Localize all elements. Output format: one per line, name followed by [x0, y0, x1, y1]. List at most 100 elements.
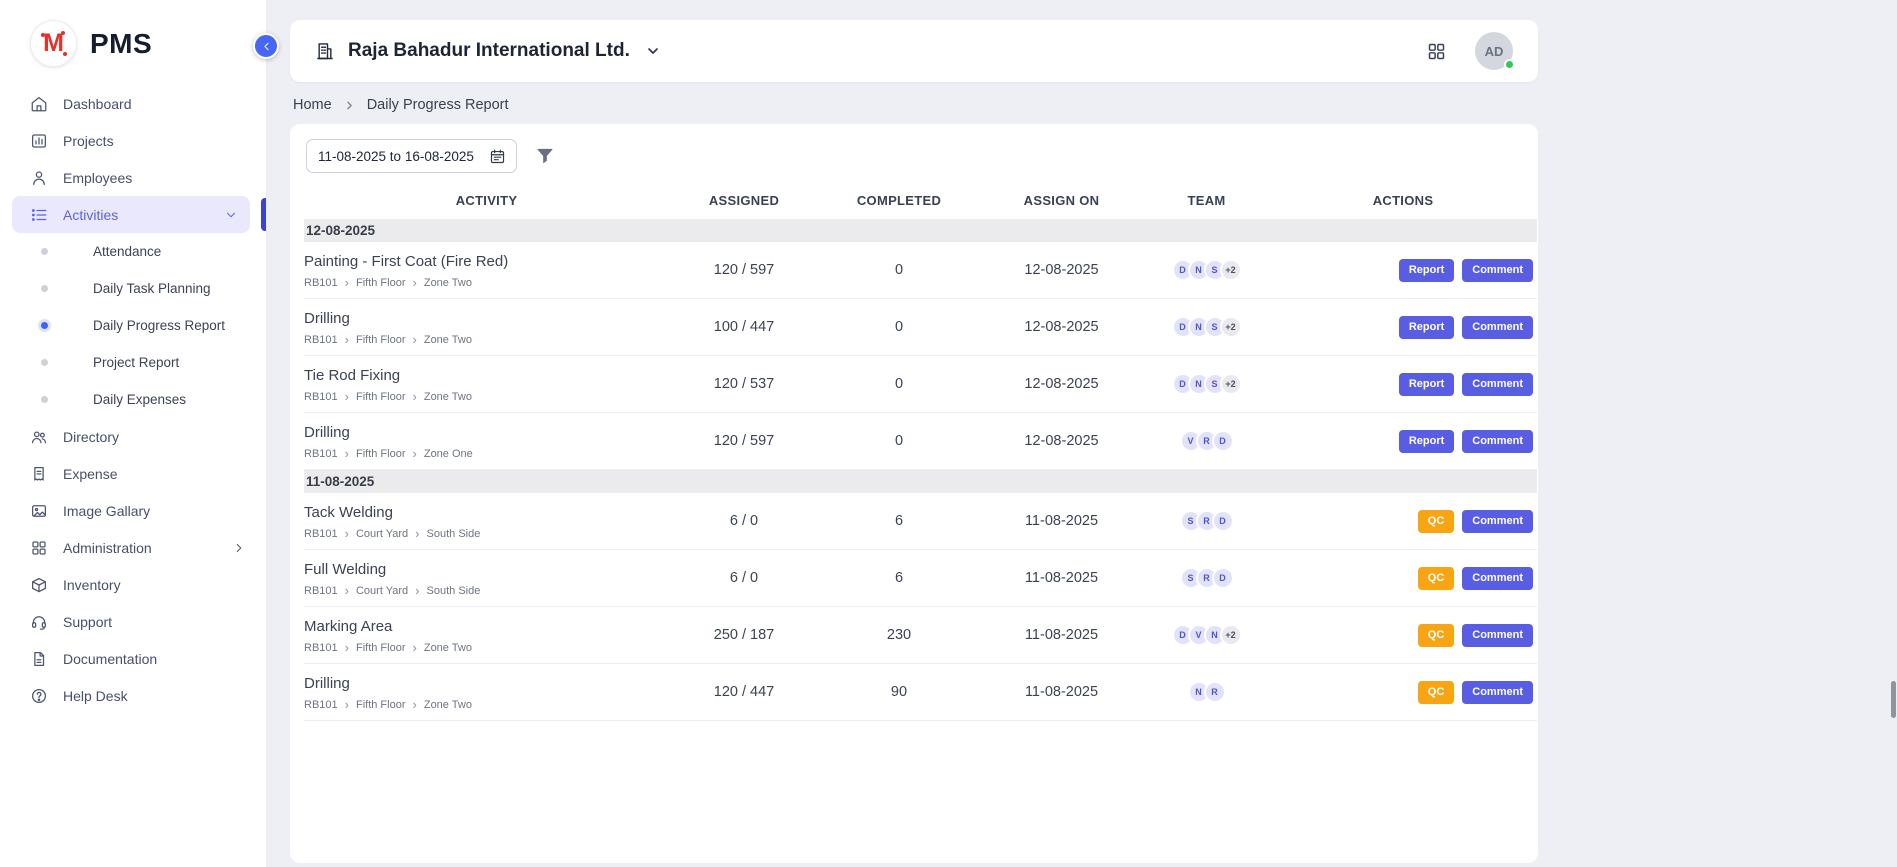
- table-row: Drilling RB101›Fifth Floor›Zone One 120 …: [304, 413, 1537, 470]
- activity-location-segment: Zone Two: [424, 642, 472, 654]
- sidebar-item-support[interactable]: Support: [0, 603, 266, 640]
- comment-button[interactable]: Comment: [1462, 681, 1533, 704]
- brand-logo-icon: M: [30, 20, 77, 67]
- sidebar-item-inventory[interactable]: Inventory: [0, 566, 266, 603]
- team-more-badge[interactable]: +2: [1220, 259, 1242, 281]
- activity-location-segment: RB101: [304, 585, 338, 597]
- assign-on-value: 12-08-2025: [979, 433, 1144, 449]
- assign-on-value: 11-08-2025: [979, 684, 1144, 700]
- assigned-value: 120 / 447: [669, 684, 819, 700]
- qc-button[interactable]: QC: [1418, 510, 1455, 533]
- comment-button[interactable]: Comment: [1462, 567, 1533, 590]
- activity-name: Full Welding: [304, 561, 669, 578]
- column-header-assign-on: ASSIGN ON: [979, 193, 1144, 208]
- qc-button[interactable]: QC: [1418, 681, 1455, 704]
- report-button[interactable]: Report: [1399, 259, 1454, 282]
- comment-button[interactable]: Comment: [1462, 510, 1533, 533]
- apps-grid-icon[interactable]: [1426, 41, 1447, 62]
- active-item-indicator: [261, 198, 266, 231]
- filter-row: 11-08-2025 to 16-08-2025: [304, 136, 1537, 181]
- sidebar-subitem-daily-task-planning[interactable]: Daily Task Planning: [0, 270, 266, 307]
- breadcrumb-current: Daily Progress Report: [367, 97, 509, 113]
- user-avatar[interactable]: AD: [1475, 32, 1513, 70]
- sidebar-item-image-gallary[interactable]: Image Gallary: [0, 492, 266, 529]
- report-button[interactable]: Report: [1399, 316, 1454, 339]
- activity-location: RB101›Fifth Floor›Zone Two: [304, 642, 669, 654]
- assign-on-value: 12-08-2025: [979, 376, 1144, 392]
- qc-button[interactable]: QC: [1418, 624, 1455, 647]
- completed-value: 0: [819, 376, 979, 392]
- table-header: ACTIVITYASSIGNEDCOMPLETEDASSIGN ONTEAMAC…: [304, 181, 1537, 219]
- report-button[interactable]: Report: [1399, 430, 1454, 453]
- sidebar-item-activities[interactable]: Activities: [12, 196, 250, 233]
- avatar-initials: AD: [1485, 44, 1504, 59]
- assign-on-value: 12-08-2025: [979, 262, 1144, 278]
- activity-location-segment: Fifth Floor: [356, 277, 406, 289]
- sidebar-subitem-project-report[interactable]: Project Report: [0, 344, 266, 381]
- chevron-right-icon: ›: [345, 276, 349, 289]
- activity-location-segment: Zone Two: [424, 391, 472, 403]
- team-avatar[interactable]: R: [1204, 681, 1226, 703]
- team-more-badge[interactable]: +2: [1220, 624, 1242, 646]
- sidebar-item-label: Directory: [63, 429, 246, 445]
- bullet-icon: [41, 396, 48, 403]
- activity-location-segment: RB101: [304, 528, 338, 540]
- team-more-badge[interactable]: +2: [1220, 316, 1242, 338]
- table-row: Tack Welding RB101›Court Yard›South Side…: [304, 493, 1537, 550]
- assigned-value: 120 / 597: [669, 433, 819, 449]
- sidebar-item-projects[interactable]: Projects: [0, 122, 266, 159]
- sidebar-subitem-attendance[interactable]: Attendance: [0, 233, 266, 270]
- sidebar-item-dashboard[interactable]: Dashboard: [0, 85, 266, 122]
- table-row: Painting - First Coat (Fire Red) RB101›F…: [304, 242, 1537, 299]
- team-avatar[interactable]: D: [1212, 567, 1234, 589]
- content-card: 11-08-2025 to 16-08-2025 ACTIVITYASSIGNE…: [290, 124, 1538, 863]
- team-more-badge[interactable]: +2: [1220, 373, 1242, 395]
- scrollbar-thumb[interactable]: [1891, 681, 1896, 718]
- activity-location-segment: RB101: [304, 448, 338, 460]
- comment-button[interactable]: Comment: [1462, 259, 1533, 282]
- date-range-input[interactable]: 11-08-2025 to 16-08-2025: [306, 139, 517, 173]
- company-selector[interactable]: Raja Bahadur International Ltd.: [315, 40, 661, 62]
- sidebar-subitem-daily-progress-report[interactable]: Daily Progress Report: [0, 307, 266, 344]
- sidebar-item-label: Expense: [63, 466, 246, 482]
- report-button[interactable]: Report: [1399, 373, 1454, 396]
- sidebar-item-help-desk[interactable]: Help Desk: [0, 677, 266, 714]
- activity-name: Drilling: [304, 675, 669, 692]
- activity-location: RB101›Court Yard›South Side: [304, 585, 669, 597]
- comment-button[interactable]: Comment: [1462, 624, 1533, 647]
- chevron-right-icon: ›: [345, 527, 349, 540]
- activity-location-segment: Fifth Floor: [356, 642, 406, 654]
- team-avatar[interactable]: D: [1212, 510, 1234, 532]
- actions-cell: Report Comment: [1269, 430, 1537, 453]
- chevron-right-icon: ›: [345, 390, 349, 403]
- projects-icon: [30, 132, 48, 150]
- app-root: M PMS DashboardProjectsEmployeesActiviti…: [0, 0, 1897, 867]
- comment-button[interactable]: Comment: [1462, 373, 1533, 396]
- activity-location-segment: RB101: [304, 334, 338, 346]
- topbar-actions: AD: [1426, 32, 1513, 70]
- sidebar-item-documentation[interactable]: Documentation: [0, 640, 266, 677]
- sidebar-item-administration[interactable]: Administration: [0, 529, 266, 566]
- filter-icon[interactable]: [535, 146, 555, 166]
- comment-button[interactable]: Comment: [1462, 316, 1533, 339]
- breadcrumb-home[interactable]: Home: [293, 97, 332, 113]
- activity-location-segment: Court Yard: [356, 585, 408, 597]
- chevron-right-icon: ›: [413, 698, 417, 711]
- sidebar-collapse-button[interactable]: [253, 33, 279, 59]
- sidebar-item-expense[interactable]: Expense: [0, 455, 266, 492]
- comment-button[interactable]: Comment: [1462, 430, 1533, 453]
- activity-cell: Full Welding RB101›Court Yard›South Side: [304, 559, 669, 597]
- activity-location-segment: Zone One: [424, 448, 473, 460]
- qc-button[interactable]: QC: [1418, 567, 1455, 590]
- sidebar-item-directory[interactable]: Directory: [0, 418, 266, 455]
- sidebar-row-help-desk: Help Desk: [0, 677, 266, 714]
- team-avatar[interactable]: D: [1212, 430, 1234, 452]
- assigned-value: 6 / 0: [669, 513, 819, 529]
- sidebar-item-employees[interactable]: Employees: [0, 159, 266, 196]
- chevron-down-icon: [224, 208, 238, 222]
- team-cell: SRD: [1144, 567, 1269, 589]
- table-row: Drilling RB101›Fifth Floor›Zone Two 100 …: [304, 299, 1537, 356]
- sidebar-subitem-daily-expenses[interactable]: Daily Expenses: [0, 381, 266, 418]
- assign-on-value: 12-08-2025: [979, 319, 1144, 335]
- activity-cell: Painting - First Coat (Fire Red) RB101›F…: [304, 251, 669, 289]
